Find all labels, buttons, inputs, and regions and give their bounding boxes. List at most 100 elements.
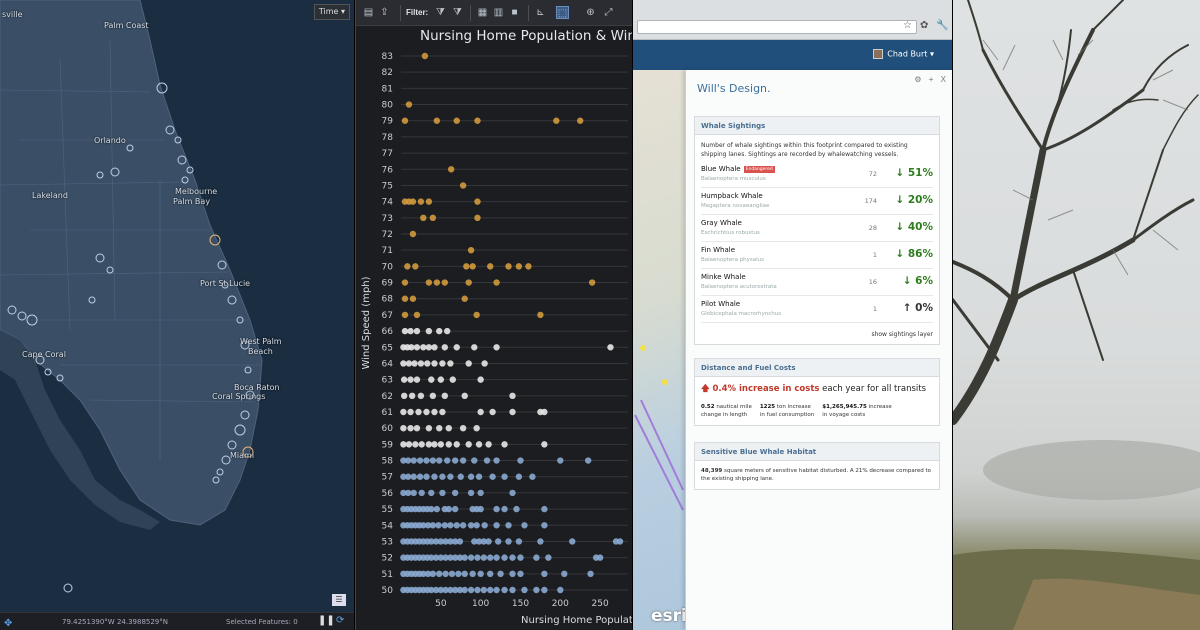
data-point[interactable]	[481, 360, 488, 367]
data-point[interactable]	[429, 522, 437, 529]
data-point[interactable]	[451, 457, 459, 464]
data-point[interactable]	[441, 344, 449, 351]
data-point[interactable]	[515, 473, 523, 480]
data-point[interactable]	[553, 117, 560, 124]
data-point[interactable]	[420, 344, 427, 351]
show-sightings-link[interactable]: show sightings layer	[695, 323, 939, 344]
data-point[interactable]	[418, 489, 425, 497]
data-point[interactable]	[541, 522, 548, 529]
data-point[interactable]	[410, 473, 417, 480]
data-point[interactable]	[415, 408, 422, 416]
data-point[interactable]	[413, 376, 421, 383]
data-point[interactable]	[487, 554, 494, 561]
data-point[interactable]	[569, 538, 576, 545]
data-point[interactable]	[541, 505, 548, 513]
data-point[interactable]	[459, 424, 467, 432]
data-point[interactable]	[541, 408, 548, 416]
export-icon[interactable]: ⇪	[378, 6, 391, 19]
data-point[interactable]	[429, 214, 437, 222]
data-point[interactable]	[447, 166, 455, 173]
data-point[interactable]	[494, 538, 502, 545]
data-point[interactable]	[481, 522, 488, 529]
data-point[interactable]	[407, 408, 414, 416]
data-point[interactable]	[509, 586, 516, 594]
gear-icon[interactable]: ⚙	[914, 75, 921, 84]
data-point[interactable]	[429, 392, 437, 400]
data-point[interactable]	[411, 360, 418, 367]
data-point[interactable]	[437, 441, 445, 448]
data-point[interactable]	[401, 117, 409, 124]
clear-selection-icon[interactable]: ■	[508, 6, 521, 19]
data-point[interactable]	[475, 441, 483, 448]
data-point[interactable]	[537, 538, 544, 545]
data-point[interactable]	[461, 295, 468, 302]
data-point[interactable]	[485, 538, 492, 545]
extension-icon[interactable]: ✿	[920, 20, 928, 31]
whale-row[interactable]: Minke Whale Balaenoptera acutorostrata 16 ↓…	[701, 269, 933, 296]
data-point[interactable]	[431, 473, 438, 480]
data-point[interactable]	[428, 489, 435, 497]
data-point[interactable]	[483, 457, 491, 464]
data-point[interactable]	[423, 457, 430, 464]
data-point[interactable]	[445, 441, 452, 448]
data-point[interactable]	[428, 376, 435, 383]
data-point[interactable]	[405, 441, 413, 448]
data-point[interactable]	[577, 117, 584, 124]
data-point[interactable]	[459, 522, 467, 529]
data-point[interactable]	[473, 311, 480, 319]
data-point[interactable]	[431, 360, 438, 367]
data-point[interactable]	[409, 230, 417, 238]
data-point[interactable]	[477, 376, 484, 383]
data-point[interactable]	[489, 408, 496, 416]
data-point[interactable]	[433, 279, 441, 286]
data-point[interactable]	[451, 505, 459, 513]
data-point[interactable]	[465, 441, 472, 448]
data-point[interactable]	[467, 554, 475, 561]
data-point[interactable]	[461, 554, 468, 561]
data-point[interactable]	[425, 441, 433, 448]
data-point[interactable]	[471, 344, 478, 351]
whale-row[interactable]: Gray Whale Eschrichtius robustus 28 ↓ 40%	[701, 215, 933, 242]
data-point[interactable]	[441, 392, 449, 400]
data-point[interactable]	[400, 441, 407, 448]
data-point[interactable]	[413, 424, 421, 432]
data-point[interactable]	[451, 489, 459, 497]
data-point[interactable]	[417, 360, 425, 367]
data-point[interactable]	[461, 392, 468, 400]
data-point[interactable]	[416, 473, 424, 480]
full-extent-icon[interactable]: ⤢	[602, 6, 615, 19]
data-point[interactable]	[425, 344, 433, 351]
data-point[interactable]	[517, 570, 524, 578]
data-point[interactable]	[456, 538, 464, 545]
data-point[interactable]	[408, 344, 415, 351]
data-point[interactable]	[501, 586, 508, 594]
data-point[interactable]	[505, 522, 512, 529]
data-point[interactable]	[408, 392, 416, 400]
data-point[interactable]	[461, 570, 468, 578]
data-point[interactable]	[400, 360, 407, 367]
data-point[interactable]	[477, 489, 484, 497]
data-point[interactable]	[401, 327, 409, 335]
data-point[interactable]	[447, 522, 454, 529]
data-point[interactable]	[404, 489, 412, 497]
data-point[interactable]	[477, 570, 484, 578]
data-point[interactable]	[428, 505, 435, 513]
data-point[interactable]	[420, 214, 427, 222]
data-point[interactable]	[517, 554, 524, 561]
data-point[interactable]	[449, 376, 456, 383]
properties-icon[interactable]: ▤	[362, 6, 375, 19]
data-point[interactable]	[509, 392, 516, 400]
legend-icon[interactable]: ☰	[332, 594, 346, 606]
data-point[interactable]	[501, 473, 508, 480]
data-point[interactable]	[509, 489, 516, 497]
data-point[interactable]	[421, 52, 429, 60]
address-bar[interactable]	[637, 20, 917, 34]
data-point[interactable]	[443, 327, 451, 335]
data-point[interactable]	[473, 424, 480, 432]
data-point[interactable]	[587, 570, 594, 578]
data-point[interactable]	[401, 311, 409, 319]
data-point[interactable]	[489, 473, 496, 480]
data-point[interactable]	[474, 117, 481, 124]
data-point[interactable]	[557, 586, 564, 594]
data-point[interactable]	[442, 570, 449, 578]
